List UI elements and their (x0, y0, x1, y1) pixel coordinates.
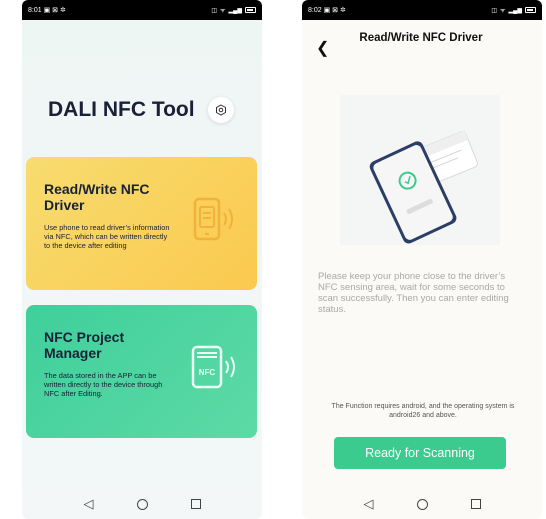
signal-icon: ▂▄▆ (228, 7, 242, 14)
card-description: The data stored in the APP can be writte… (44, 371, 163, 398)
nfc-icon-label: NFC (199, 368, 216, 377)
home-screen: 8:01 ▣ ⊠ ✲ ◫ ᯤ ▂▄▆ DALI NFC Tool Read/Wr… (22, 0, 262, 519)
nav-home-button[interactable] (136, 498, 148, 510)
app-title: DALI NFC Tool (48, 98, 195, 121)
nfc-card-icon: NFC (191, 345, 235, 389)
gear-icon (216, 104, 226, 116)
system-nav-bar: ◁ (302, 489, 542, 519)
card-description: Use phone to read driver’s information v… (44, 223, 170, 250)
status-right: ◫ ᯤ ▂▄▆ (491, 6, 536, 14)
card-title: NFC Project Manager (44, 329, 125, 361)
status-left: 8:02 ▣ ⊠ ✲ (308, 6, 346, 14)
status-notification-icons: ▣ ⊠ ✲ (323, 7, 346, 14)
status-time: 8:02 (308, 7, 322, 14)
nfc-status-icon: ◫ (491, 7, 498, 14)
wifi-icon: ᯤ (220, 8, 226, 14)
nfc-scan-illustration (340, 95, 500, 245)
nav-recents-button[interactable] (470, 499, 481, 509)
card-title: Read/Write NFC Driver (44, 181, 150, 213)
settings-button[interactable] (208, 97, 234, 123)
nav-back-button[interactable]: ◁ (84, 496, 94, 512)
status-bar: 8:02 ▣ ⊠ ✲ ◫ ᯤ ▂▄▆ (302, 0, 542, 20)
nav-home-button[interactable] (416, 498, 428, 510)
ready-for-scanning-button[interactable]: Ready for Scanning (334, 437, 506, 469)
scan-instructions: Please keep your phone close to the driv… (318, 271, 509, 315)
system-nav-bar: ◁ (22, 489, 262, 519)
nav-recents-button[interactable] (190, 499, 201, 509)
signal-icon: ▂▄▆ (508, 7, 522, 14)
scan-screen: 8:02 ▣ ⊠ ✲ ◫ ᯤ ▂▄▆ ❮ Read/Write NFC Driv… (302, 0, 542, 519)
status-notification-icons: ▣ ⊠ ✲ (43, 7, 66, 14)
wifi-icon: ᯤ (500, 8, 506, 14)
phone-on-driver-illustration (369, 130, 478, 244)
status-time: 8:01 (28, 7, 42, 14)
battery-icon (245, 7, 256, 13)
status-right: ◫ ᯤ ▂▄▆ (211, 6, 256, 14)
page-title: Read/Write NFC Driver (359, 32, 483, 44)
android-requirement-note: The Function requires android, and the o… (331, 403, 515, 419)
nfc-project-manager-card[interactable]: NFC Project Manager The data stored in t… (26, 305, 257, 438)
status-left: 8:01 ▣ ⊠ ✲ (28, 6, 66, 14)
battery-icon (525, 7, 536, 13)
nav-back-button[interactable]: ◁ (364, 496, 374, 512)
nfc-status-icon: ◫ (211, 7, 218, 14)
phone-nfc-icon (193, 197, 233, 241)
status-bar: 8:01 ▣ ⊠ ✲ ◫ ᯤ ▂▄▆ (22, 0, 262, 20)
back-button[interactable]: ❮ (316, 38, 329, 58)
chevron-left-icon: ❮ (316, 40, 330, 57)
read-write-nfc-driver-card[interactable]: Read/Write NFC Driver Use phone to read … (26, 157, 257, 290)
